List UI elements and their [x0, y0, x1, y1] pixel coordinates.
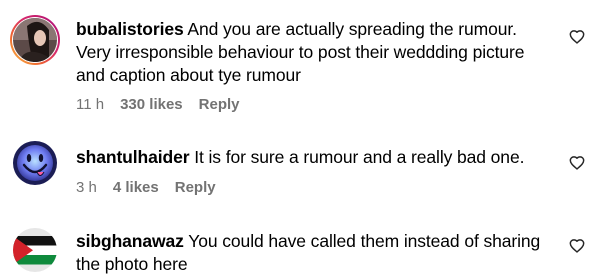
comment-likes[interactable]: 330 likes [120, 96, 183, 113]
comment-meta: 11 h 330 likes Reply [76, 96, 240, 113]
comment-text-block: sibghanawaz You could have called them i… [76, 230, 546, 276]
comment-username[interactable]: sibghanawaz [76, 231, 184, 251]
user-photo-icon [13, 18, 57, 62]
comment-username[interactable]: shantulhaider [76, 147, 190, 167]
heart-outline-icon[interactable] [569, 29, 585, 45]
palestine-flag-icon [13, 228, 57, 272]
comment-likes[interactable]: 4 likes [113, 179, 159, 196]
reply-button[interactable]: Reply [175, 179, 216, 196]
comment-time[interactable]: 11 h [76, 96, 104, 113]
comment-meta: 3 h 4 likes Reply [76, 179, 216, 196]
comment-username[interactable]: bubalistories [76, 19, 184, 39]
avatar[interactable] [13, 141, 57, 185]
heart-outline-icon[interactable] [569, 238, 585, 254]
comment-body: It is for sure a rumour and a really bad… [194, 147, 525, 167]
comment-text-block: shantulhaider It is for sure a rumour an… [76, 146, 546, 169]
smiley-face-icon [13, 141, 57, 185]
comment-text-block: bubalistories And you are actually sprea… [76, 18, 546, 87]
heart-outline-icon[interactable] [569, 155, 585, 171]
reply-button[interactable]: Reply [199, 96, 240, 113]
comment-item: bubalistories And you are actually sprea… [0, 0, 593, 120]
comment-item: shantulhaider It is for sure a rumour an… [0, 120, 593, 210]
comment-item: sibghanawaz You could have called them i… [0, 210, 593, 280]
avatar[interactable] [13, 18, 57, 62]
avatar[interactable] [13, 228, 57, 272]
comment-time[interactable]: 3 h [76, 179, 97, 196]
